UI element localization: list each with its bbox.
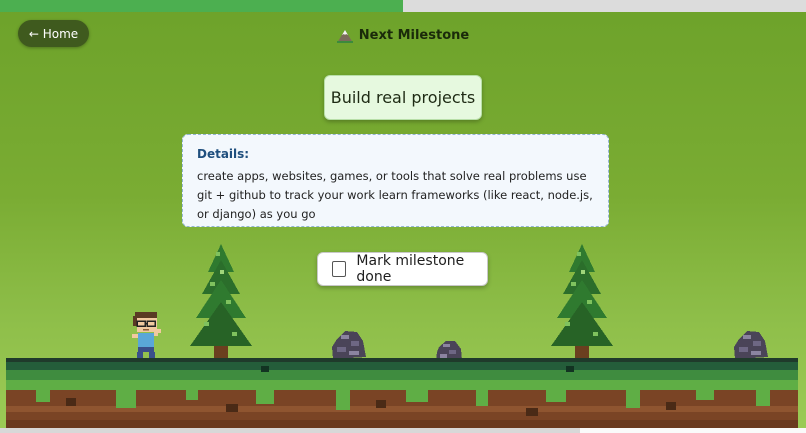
bottom-scrollbar[interactable] (0, 428, 806, 433)
pine-tree (190, 244, 252, 364)
mountain-icon (336, 29, 353, 43)
pine-tree (551, 244, 613, 364)
scrollbar-thumb[interactable] (0, 428, 580, 433)
mark-done-label: Mark milestone done (356, 253, 465, 285)
page-title: Next Milestone (358, 28, 470, 43)
details-text: create apps, websites, games, or tools t… (197, 169, 593, 221)
ground-tiles (6, 358, 798, 433)
milestone-title-card: Build real projects (324, 75, 482, 120)
mark-done-checkbox[interactable] (332, 261, 347, 277)
player-character (132, 312, 161, 364)
page-header: Next Milestone (0, 28, 806, 43)
mark-done-toggle[interactable]: Mark milestone done (317, 252, 488, 286)
progress-bar (0, 0, 806, 12)
progress-bar-fill (0, 0, 403, 12)
details-heading: Details: (197, 147, 250, 161)
details-box: Details: create apps, websites, games, o… (182, 134, 609, 227)
milestone-title: Build real projects (330, 88, 476, 107)
game-scene: ← Home Next Milestone Build real project… (0, 0, 806, 433)
